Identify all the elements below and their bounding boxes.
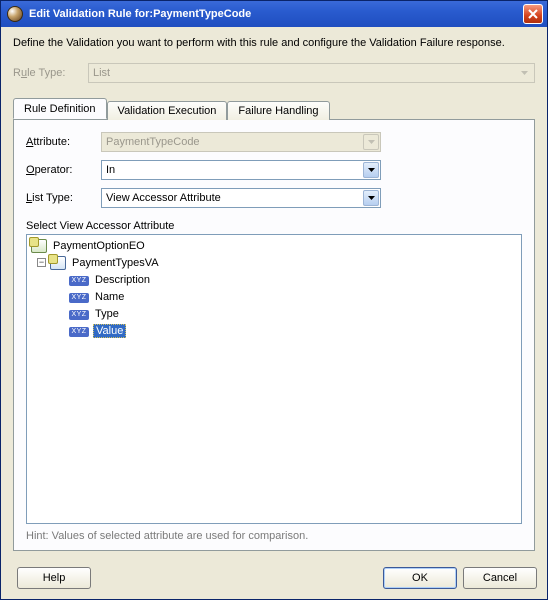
tree-node-attr[interactable]: XYZ Description bbox=[29, 271, 519, 288]
attribute-badge-icon: XYZ bbox=[69, 310, 89, 320]
dialog-window: Edit Validation Rule for: PaymentTypeCod… bbox=[0, 0, 548, 600]
list-type-value: View Accessor Attribute bbox=[106, 192, 221, 204]
title-subject: PaymentTypeCode bbox=[153, 8, 251, 20]
tab-rule-definition[interactable]: Rule Definition bbox=[13, 98, 107, 119]
attribute-badge-icon: XYZ bbox=[69, 293, 89, 303]
attribute-badge-icon: XYZ bbox=[69, 327, 89, 337]
tab-failure-handling[interactable]: Failure Handling bbox=[227, 101, 329, 120]
dialog-description: Define the Validation you want to perfor… bbox=[13, 37, 535, 49]
close-icon bbox=[528, 9, 538, 19]
list-type-label: List Type: bbox=[26, 192, 101, 204]
tree-va-label: PaymentTypesVA bbox=[70, 257, 161, 269]
app-icon bbox=[7, 6, 23, 22]
help-button-label: Help bbox=[43, 572, 66, 584]
tree-attr-label: Name bbox=[93, 291, 126, 303]
rule-type-value: List bbox=[93, 67, 110, 79]
tree-section-label: Select View Accessor Attribute bbox=[26, 220, 522, 232]
chevron-down-icon bbox=[363, 162, 379, 178]
dialog-content: Define the Validation you want to perfor… bbox=[1, 27, 547, 559]
chevron-down-icon bbox=[363, 190, 379, 206]
attribute-label: Attribute: bbox=[26, 136, 101, 148]
rule-type-row: Rule Type: List bbox=[13, 63, 535, 83]
close-button[interactable] bbox=[523, 4, 543, 24]
titlebar[interactable]: Edit Validation Rule for: PaymentTypeCod… bbox=[1, 1, 547, 27]
tabpanel-rule-definition: Attribute: PaymentTypeCode Operator: In bbox=[13, 119, 535, 551]
tree-attr-label: Type bbox=[93, 308, 121, 320]
chevron-down-icon bbox=[517, 66, 532, 80]
operator-value: In bbox=[106, 164, 115, 176]
view-accessor-icon bbox=[50, 256, 66, 270]
attribute-value: PaymentTypeCode bbox=[106, 136, 200, 148]
tree-attr-label: Description bbox=[93, 274, 152, 286]
dialog-button-row: Help OK Cancel bbox=[1, 559, 547, 599]
tree-root-label: PaymentOptionEO bbox=[51, 240, 147, 252]
tabstrip: Rule Definition Validation Execution Fai… bbox=[13, 97, 535, 119]
collapse-icon[interactable]: − bbox=[37, 258, 46, 267]
ok-button[interactable]: OK bbox=[383, 567, 457, 589]
operator-combo[interactable]: In bbox=[101, 160, 381, 180]
tree-attr-label-selected: Value bbox=[93, 324, 126, 338]
hint-text: Hint: Values of selected attribute are u… bbox=[26, 530, 522, 542]
attribute-badge-icon: XYZ bbox=[69, 276, 89, 286]
tree-node-attr[interactable]: XYZ Name bbox=[29, 288, 519, 305]
cancel-button[interactable]: Cancel bbox=[463, 567, 537, 589]
tab-rule-definition-label: Rule Definition bbox=[24, 103, 96, 115]
attribute-tree[interactable]: PaymentOptionEO − PaymentTypesVA XYZ Des… bbox=[26, 234, 522, 524]
tree-node-root[interactable]: PaymentOptionEO bbox=[29, 237, 519, 254]
cancel-button-label: Cancel bbox=[483, 572, 517, 584]
list-type-row: List Type: View Accessor Attribute bbox=[26, 188, 522, 208]
tree-node-attr[interactable]: XYZ Type bbox=[29, 305, 519, 322]
operator-label: Operator: bbox=[26, 164, 101, 176]
title-prefix: Edit Validation Rule for: bbox=[29, 8, 153, 20]
tree-node-va[interactable]: − PaymentTypesVA bbox=[29, 254, 519, 271]
tab-validation-execution[interactable]: Validation Execution bbox=[107, 101, 228, 120]
attribute-row: Attribute: PaymentTypeCode bbox=[26, 132, 522, 152]
rule-type-label: Rule Type: bbox=[13, 67, 88, 79]
operator-row: Operator: In bbox=[26, 160, 522, 180]
help-button[interactable]: Help bbox=[17, 567, 91, 589]
ok-button-label: OK bbox=[412, 572, 428, 584]
attribute-combo: PaymentTypeCode bbox=[101, 132, 381, 152]
tab-failure-handling-label: Failure Handling bbox=[238, 105, 318, 117]
chevron-down-icon bbox=[363, 134, 379, 150]
tree-node-attr-selected[interactable]: XYZ Value bbox=[29, 322, 519, 339]
entity-icon bbox=[31, 239, 47, 253]
rule-type-combo: List bbox=[88, 63, 535, 83]
list-type-combo[interactable]: View Accessor Attribute bbox=[101, 188, 381, 208]
tab-validation-execution-label: Validation Execution bbox=[118, 105, 217, 117]
